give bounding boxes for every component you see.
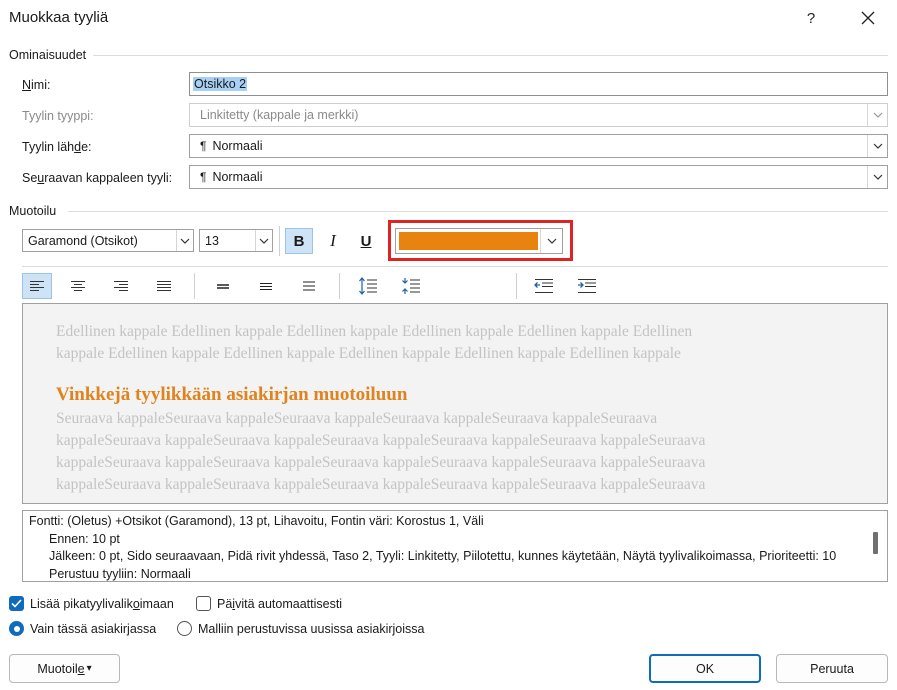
auto-update-label[interactable]: Päivitä automaattisesti bbox=[217, 597, 342, 611]
next-style-label: Seuraavan kappaleen tyyli: bbox=[22, 171, 173, 185]
new-documents-label[interactable]: Malliin perustuvissa uusissa asiakirjois… bbox=[198, 622, 424, 636]
style-type-label: Tyylin tyyppi: bbox=[22, 109, 94, 123]
preview-following-line: kappaleSeuraava kappaleSeuraava kappaleS… bbox=[56, 431, 706, 449]
toolbar-divider bbox=[22, 266, 888, 267]
font-color-swatch bbox=[399, 232, 538, 250]
paragraph-icon: ¶ bbox=[200, 139, 207, 153]
single-spacing-button[interactable] bbox=[208, 273, 238, 299]
chevron-down-icon[interactable] bbox=[867, 135, 887, 157]
justify-button[interactable] bbox=[149, 273, 179, 299]
preview-previous-line: kappale Edellinen kappale Edellinen kapp… bbox=[56, 345, 681, 363]
toolbar-separator bbox=[194, 273, 195, 299]
decrease-indent-button[interactable] bbox=[529, 273, 559, 299]
close-icon bbox=[861, 11, 875, 25]
font-color-select[interactable] bbox=[395, 228, 563, 254]
only-this-document-label[interactable]: Vain tässä asiakirjassa bbox=[30, 622, 156, 636]
add-to-gallery-label[interactable]: Lisää pikatyylivalikoimaan bbox=[30, 597, 174, 611]
description-line: Perustuu tyyliin: Normaali bbox=[49, 566, 191, 581]
close-button[interactable] bbox=[845, 0, 891, 36]
chevron-down-icon[interactable] bbox=[255, 230, 272, 251]
chevron-down-icon[interactable] bbox=[176, 230, 193, 251]
italic-button[interactable]: I bbox=[319, 228, 347, 254]
align-right-button[interactable] bbox=[106, 273, 136, 299]
one-half-spacing-button[interactable] bbox=[251, 273, 281, 299]
underline-button[interactable]: U bbox=[352, 228, 380, 254]
align-left-icon bbox=[30, 281, 44, 291]
font-size-select[interactable]: 13 bbox=[199, 229, 273, 252]
double-spacing-button[interactable] bbox=[294, 273, 324, 299]
decrease-paragraph-spacing-button[interactable] bbox=[396, 273, 426, 299]
paragraph-spacing-decrease-icon bbox=[402, 278, 420, 294]
align-center-icon bbox=[71, 281, 85, 291]
bold-button[interactable]: B bbox=[285, 228, 313, 254]
preview-following-line: kappaleSeuraava kappaleSeuraava kappaleS… bbox=[56, 454, 706, 472]
description-line: Ennen: 10 pt bbox=[49, 531, 120, 546]
paragraph-icon: ¶ bbox=[200, 170, 207, 184]
formatting-divider bbox=[68, 211, 888, 212]
increase-indent-icon bbox=[578, 279, 596, 293]
font-select[interactable]: Garamond (Otsikot) bbox=[22, 229, 194, 252]
justify-icon bbox=[157, 281, 171, 291]
toolbar-separator bbox=[279, 226, 280, 256]
dialog-title: Muokkaa tyyliä bbox=[9, 9, 109, 26]
next-style-select[interactable]: ¶ Normaali bbox=[189, 165, 888, 189]
ok-button[interactable]: OK bbox=[649, 654, 761, 683]
only-this-document-radio[interactable] bbox=[9, 621, 24, 636]
line-spacing-double-icon bbox=[303, 281, 315, 291]
description-line: Fontti: (Oletus) +Otsikot (Garamond), 13… bbox=[29, 514, 484, 528]
description-scrollbar[interactable] bbox=[873, 532, 878, 554]
preview-following-line: Seuraava kappaleSeuraava kappaleSeuraava… bbox=[56, 409, 658, 427]
toolbar-separator bbox=[516, 273, 517, 299]
name-label: Nimi: bbox=[22, 78, 51, 92]
style-base-select[interactable]: ¶ Normaali bbox=[189, 134, 888, 158]
chevron-down-icon bbox=[867, 104, 887, 126]
preview-heading: Vinkkejä tyylikkään asiakirjan muotoiluu… bbox=[56, 383, 408, 405]
dropdown-arrow-icon: ▾ bbox=[86, 663, 92, 674]
description-line: Jälkeen: 0 pt, Sido seuraavaan, Pidä riv… bbox=[49, 549, 837, 563]
paragraph-spacing-increase-icon bbox=[359, 277, 377, 295]
format-menu-button[interactable]: Muotoil e ▾ bbox=[9, 654, 120, 683]
properties-section-label: Ominaisuudet bbox=[9, 48, 87, 62]
preview-previous-line: Edellinen kappale Edellinen kappale Edel… bbox=[56, 323, 693, 340]
chevron-down-icon[interactable] bbox=[540, 229, 562, 253]
line-spacing-single-icon bbox=[217, 284, 229, 289]
align-center-button[interactable] bbox=[63, 273, 93, 299]
style-preview: Edellinen kappale Edellinen kappale Edel… bbox=[22, 303, 888, 504]
align-right-icon bbox=[114, 281, 128, 291]
new-documents-radio[interactable] bbox=[177, 621, 192, 636]
increase-paragraph-spacing-button[interactable] bbox=[353, 273, 383, 299]
toolbar-separator bbox=[339, 273, 340, 299]
checkmark-icon bbox=[11, 599, 22, 608]
help-button[interactable]: ? bbox=[788, 0, 834, 36]
formatting-section-label: Muotoilu bbox=[9, 204, 57, 218]
style-type-select: Linkitetty (kappale ja merkki) bbox=[189, 103, 888, 127]
preview-following-line: kappaleSeuraava kappaleSeuraava kappaleS… bbox=[56, 476, 706, 494]
name-input[interactable]: Otsikko 2 bbox=[189, 72, 888, 96]
properties-divider bbox=[93, 55, 888, 56]
auto-update-checkbox[interactable] bbox=[196, 596, 211, 611]
cancel-button[interactable]: Peruuta bbox=[776, 654, 888, 683]
chevron-down-icon[interactable] bbox=[867, 166, 887, 188]
style-description: Fontti: (Oletus) +Otsikot (Garamond), 13… bbox=[22, 510, 888, 582]
style-base-label: Tyylin lähde: bbox=[22, 140, 92, 154]
add-to-gallery-checkbox[interactable] bbox=[9, 596, 24, 611]
decrease-indent-icon bbox=[534, 279, 553, 293]
increase-indent-button[interactable] bbox=[572, 273, 602, 299]
align-left-button[interactable] bbox=[22, 273, 52, 299]
line-spacing-onehalf-icon bbox=[260, 282, 272, 291]
